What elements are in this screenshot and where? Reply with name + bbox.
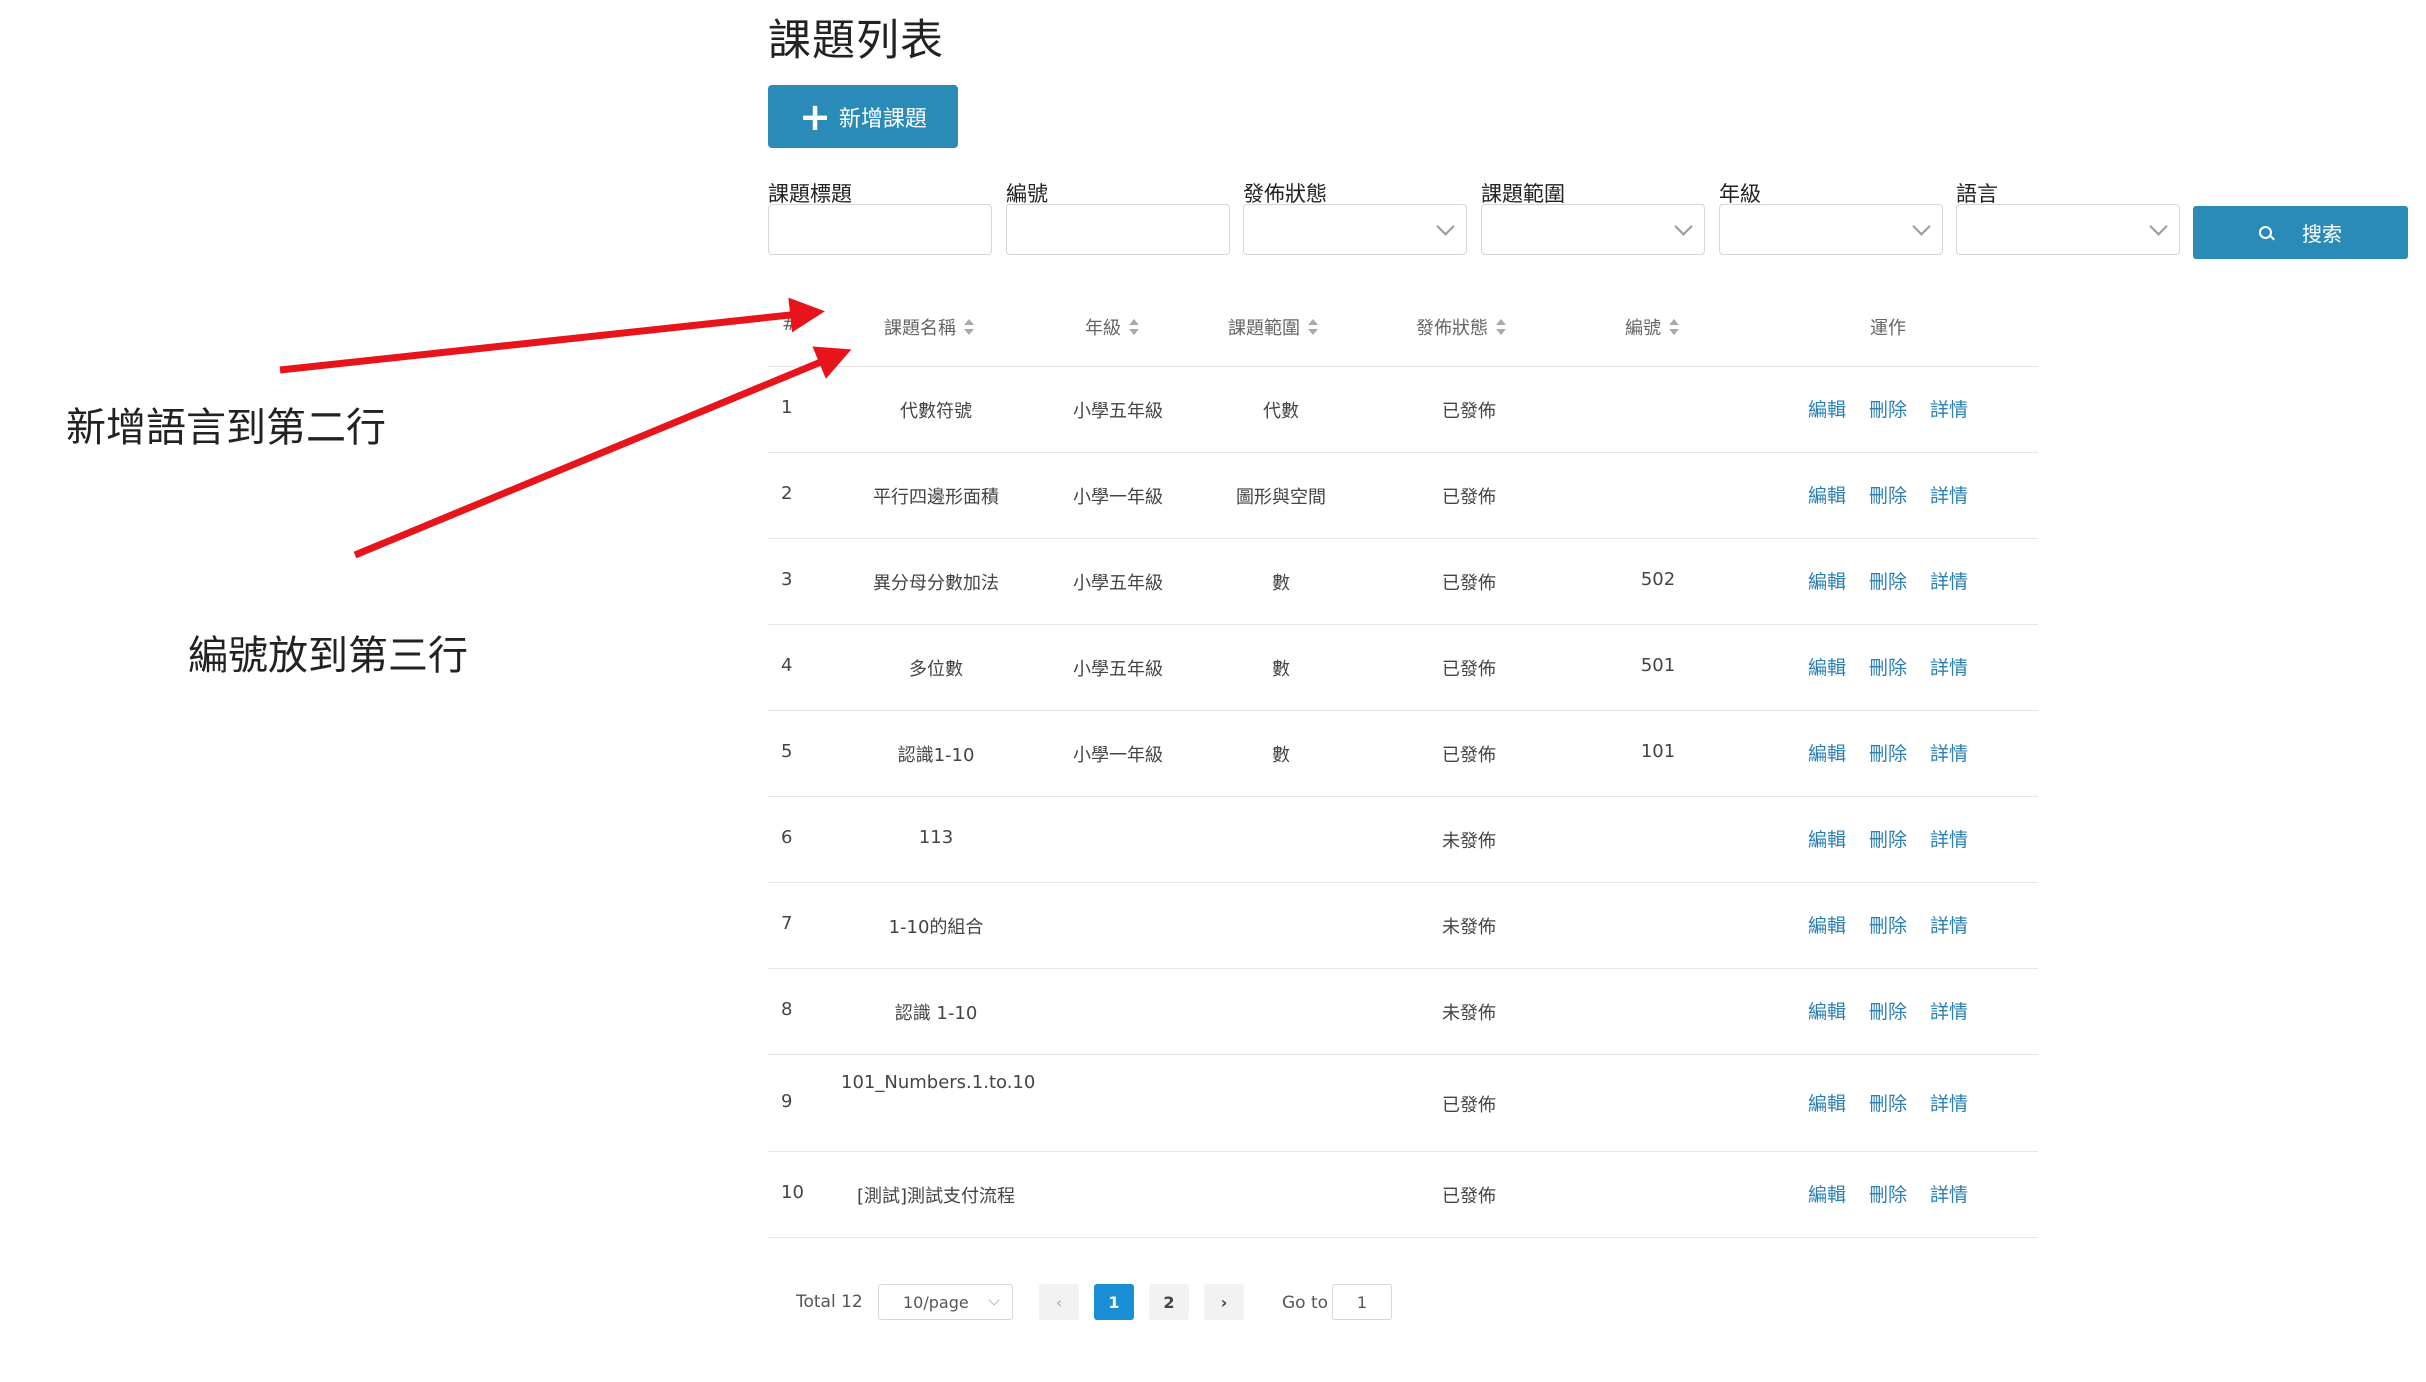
arrow-to-header-row	[279, 297, 825, 374]
annotation-note-language: 新增語言到第二行	[66, 405, 386, 451]
annotation-arrows	[279, 297, 852, 559]
arrow-to-name-column	[353, 346, 852, 559]
annotation-note-number: 編號放到第三行	[188, 633, 468, 679]
